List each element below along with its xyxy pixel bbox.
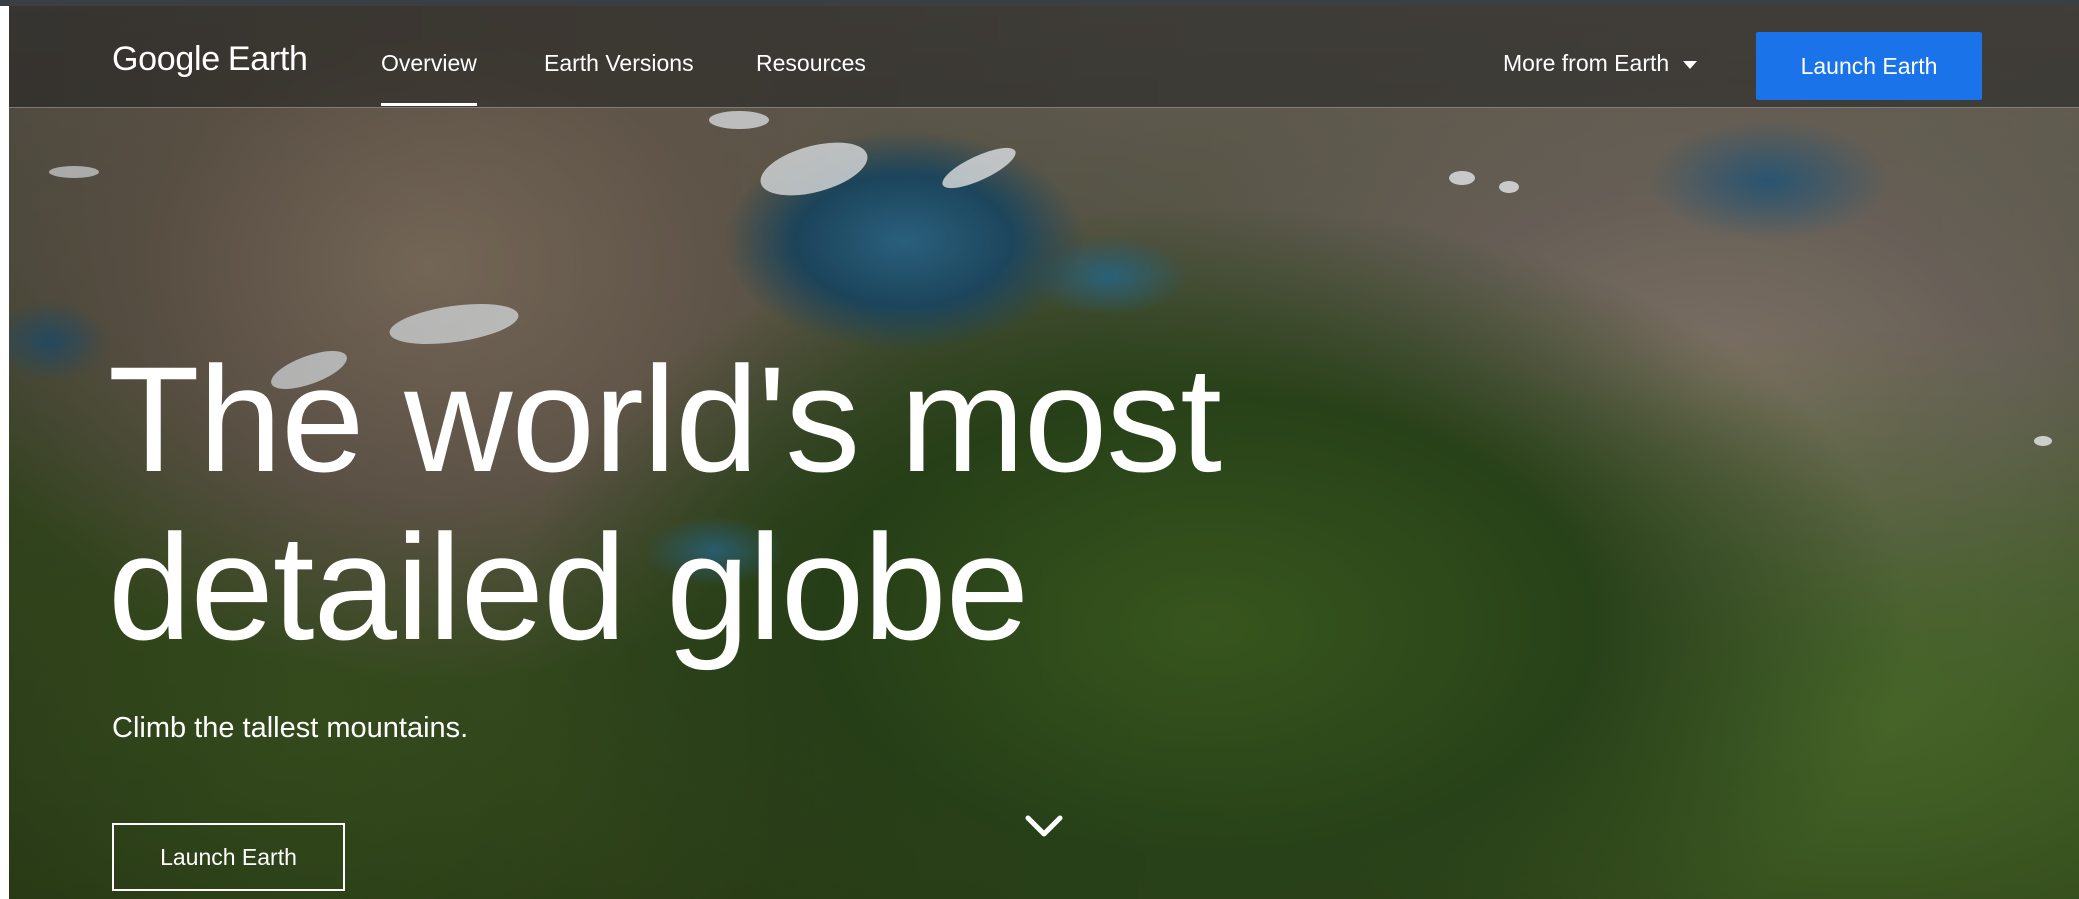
google-earth-logo[interactable]: Google Earth xyxy=(112,40,308,79)
more-from-earth-label: More from Earth xyxy=(1503,50,1670,76)
nav-link-overview[interactable]: Overview xyxy=(381,50,477,106)
nav-link-earth-versions[interactable]: Earth Versions xyxy=(544,50,694,77)
nav-link-resources[interactable]: Resources xyxy=(756,50,866,77)
more-from-earth-dropdown[interactable]: More from Earth xyxy=(1503,50,1698,77)
launch-earth-button-header[interactable]: Launch Earth xyxy=(1756,32,1982,100)
arrow-drop-down-icon xyxy=(1683,60,1698,69)
logo-google-text: Google xyxy=(112,40,220,78)
logo-earth-text: Earth xyxy=(227,40,308,78)
hero-subtitle: Climb the tallest mountains. xyxy=(112,712,469,744)
top-navigation-bar: Google Earth Overview Earth Versions Res… xyxy=(9,6,2079,108)
hero-headline: The world's most detailed globe xyxy=(108,335,1222,671)
hero-headline-line-1: The world's most xyxy=(108,335,1222,503)
chevron-down-icon[interactable] xyxy=(1022,808,1066,844)
launch-earth-button-hero[interactable]: Launch Earth xyxy=(112,823,345,891)
hero-headline-line-2: detailed globe xyxy=(108,503,1029,671)
